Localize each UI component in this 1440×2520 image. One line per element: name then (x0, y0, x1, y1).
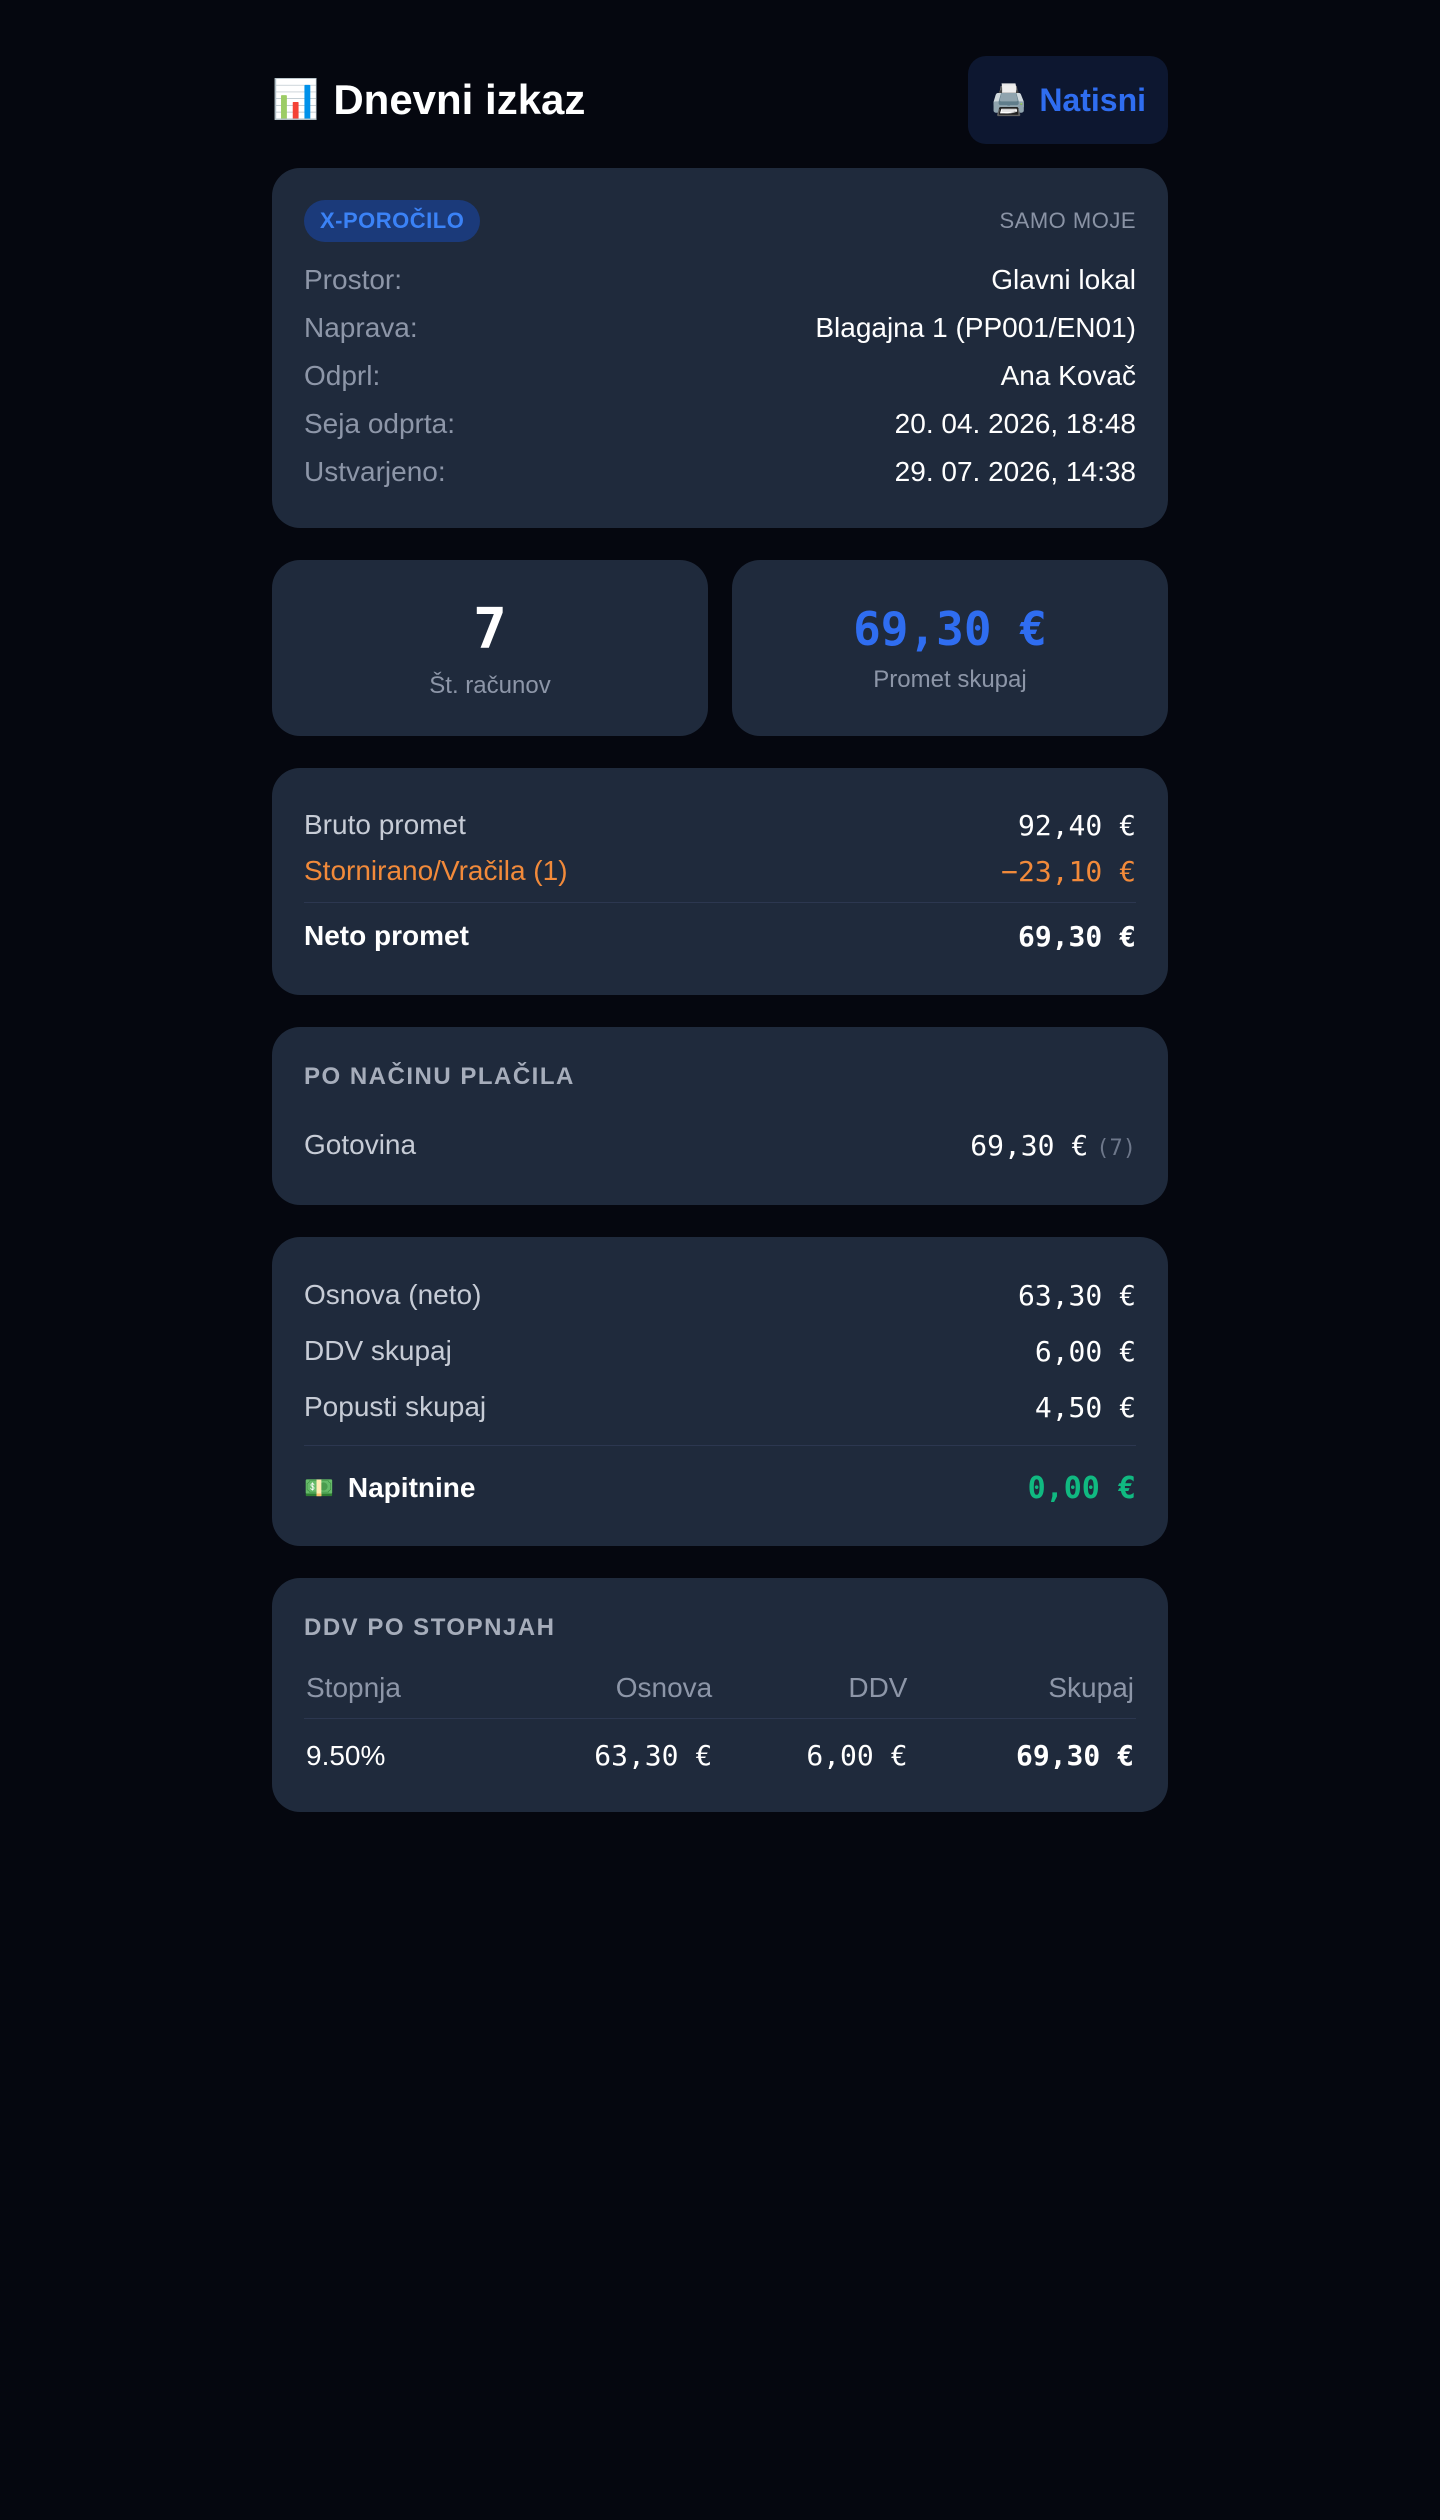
voided-row: Stornirano/Vračila (1) −23,10 € (304, 848, 1136, 894)
scope-label: SAMO MOJE (999, 208, 1136, 233)
discounts-row: Popusti skupaj 4,50 € (304, 1379, 1136, 1435)
vat-label: DDV skupaj (304, 1335, 452, 1366)
info-row-opened-by: Odprl: Ana Kovač (304, 352, 1136, 400)
discounts-label: Popusti skupaj (304, 1391, 487, 1422)
tips-row: 💵 Napitnine 0,00 € (304, 1460, 1136, 1516)
payment-label: Gotovina (304, 1129, 417, 1160)
payment-value: 69,30 € (970, 1128, 1089, 1162)
tips-label-group: 💵 Napitnine (304, 1472, 475, 1504)
turnover-card: Bruto promet 92,40 € Stornirano/Vračila … (272, 768, 1168, 995)
divider (304, 1445, 1136, 1446)
info-value: Blagajna 1 (PP001/EN01) (815, 312, 1136, 343)
discounts-value: 4,50 € (1034, 1390, 1136, 1424)
total-turnover-card: 69,30 € Promet skupaj (732, 560, 1168, 736)
totals-card: Osnova (neto) 63,30 € DDV skupaj 6,00 € … (272, 1237, 1168, 1546)
total-turnover-label: Promet skupaj (873, 666, 1027, 693)
voided-value: −23,10 € (1001, 854, 1136, 888)
vat-amount-cell: 6,00 € (806, 1739, 908, 1772)
info-label: Odprl: (304, 360, 381, 391)
vat-total-cell: 69,30 € (1015, 1739, 1134, 1772)
base-row: Osnova (neto) 63,30 € (304, 1267, 1136, 1323)
payment-row-cash: Gotovina 69,30 € (7) (304, 1121, 1136, 1169)
info-value: 20. 04. 2026, 18:48 (894, 408, 1136, 439)
gross-value: 92,40 € (1017, 808, 1136, 842)
payment-amount: 69,30 € (7) (970, 1129, 1136, 1162)
page-title: 📊 Dnevni izkaz (272, 76, 585, 124)
printer-icon: 🖨️ (989, 83, 1028, 117)
column-header: Osnova (615, 1672, 713, 1703)
net-value: 69,30 € (1017, 919, 1136, 953)
tips-label: Napitnine (347, 1472, 476, 1503)
payment-methods-card: PO NAČINU PLAČILA Gotovina 69,30 € (7) (272, 1027, 1168, 1205)
info-value: Ana Kovač (1000, 360, 1136, 391)
session-info-card: X-POROČILO SAMO MOJE Prostor: Glavni lok… (272, 168, 1168, 528)
info-label: Prostor: (304, 264, 403, 295)
info-label: Naprava: (304, 312, 418, 343)
payment-methods-title: PO NAČINU PLAČILA (304, 1063, 575, 1090)
vat-rates-title: DDV PO STOPNJAH (304, 1614, 556, 1641)
info-value: Glavni lokal (991, 264, 1136, 295)
info-value: 29. 07. 2026, 14:38 (894, 456, 1136, 487)
vat-rates-table: Stopnja Osnova DDV Skupaj 9.50% 63,30 € … (304, 1672, 1136, 1772)
base-label: Osnova (neto) (304, 1279, 482, 1310)
info-row-location: Prostor: Glavni lokal (304, 256, 1136, 304)
report-page: 📊 Dnevni izkaz 🖨️ Natisni X-POROČILO SAM… (272, 0, 1168, 1812)
info-badge-row: X-POROČILO SAMO MOJE (304, 200, 1136, 242)
table-header-row: Stopnja Osnova DDV Skupaj (304, 1672, 1136, 1719)
divider (304, 902, 1136, 903)
receipts-count-card: 7 Št. računov (272, 560, 708, 736)
receipts-count-label: Št. računov (429, 671, 551, 699)
info-row-created: Ustvarjeno: 29. 07. 2026, 14:38 (304, 448, 1136, 496)
table-row: 9.50% 63,30 € 6,00 € 69,30 € (304, 1719, 1136, 1772)
print-button-label: Natisni (1039, 81, 1146, 118)
stats-row: 7 Št. računov 69,30 € Promet skupaj (272, 560, 1168, 736)
info-label: Ustvarjeno: (304, 456, 446, 487)
base-value: 63,30 € (1017, 1278, 1136, 1312)
money-icon: 💵 (304, 1474, 334, 1502)
page-title-text: Dnevni izkaz (333, 76, 586, 123)
net-row: Neto promet 69,30 € (304, 911, 1136, 961)
tips-value: 0,00 € (1027, 1470, 1136, 1506)
gross-label: Bruto promet (304, 809, 466, 840)
column-header: Stopnja (306, 1672, 401, 1703)
chart-icon: 📊 (272, 79, 320, 121)
report-type-badge: X-POROČILO (304, 200, 481, 242)
gross-row: Bruto promet 92,40 € (304, 802, 1136, 848)
voided-label: Stornirano/Vračila (1) (304, 855, 568, 886)
vat-row: DDV skupaj 6,00 € (304, 1323, 1136, 1379)
info-row-session-opened: Seja odprta: 20. 04. 2026, 18:48 (304, 400, 1136, 448)
vat-base-cell: 63,30 € (594, 1739, 713, 1772)
vat-rate-cell: 9.50% (306, 1739, 386, 1771)
total-turnover: 69,30 € (853, 602, 1047, 656)
column-header: Skupaj (1048, 1672, 1134, 1703)
info-row-device: Naprava: Blagajna 1 (PP001/EN01) (304, 304, 1136, 352)
vat-rates-card: DDV PO STOPNJAH Stopnja Osnova DDV Skupa… (272, 1578, 1168, 1812)
payment-count: (7) (1096, 1135, 1136, 1161)
receipts-count: 7 (473, 596, 507, 662)
vat-value: 6,00 € (1034, 1334, 1136, 1368)
net-label: Neto promet (304, 920, 469, 951)
column-header: DDV (848, 1672, 908, 1703)
page-header: 📊 Dnevni izkaz 🖨️ Natisni (272, 56, 1168, 144)
info-label: Seja odprta: (304, 408, 455, 439)
print-button[interactable]: 🖨️ Natisni (967, 56, 1168, 144)
